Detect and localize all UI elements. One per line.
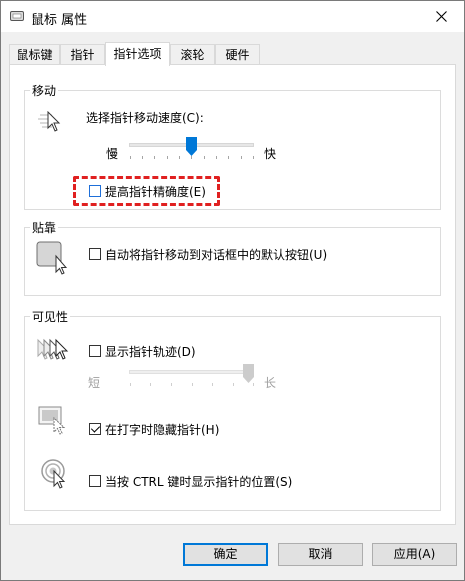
tab-strip: 鼠标键 指针 指针选项 滚轮 硬件 <box>9 42 456 66</box>
speed-slider-thumb[interactable] <box>186 137 197 156</box>
close-button[interactable] <box>418 1 464 32</box>
tab-pointer-options[interactable]: 指针选项 <box>105 42 170 66</box>
precision-label[interactable]: 提高指针精确度(E) <box>105 183 206 200</box>
ctrl-location-checkbox[interactable] <box>89 475 101 487</box>
close-icon <box>435 11 447 22</box>
motion-group-title: 移动 <box>30 82 59 99</box>
cancel-button[interactable]: 取消 <box>278 543 363 566</box>
speed-slider-ticks <box>130 156 254 160</box>
trails-slider-thumb[interactable] <box>243 364 254 383</box>
trails-label[interactable]: 显示指针轨迹(D) <box>105 343 196 360</box>
long-label: 长 <box>264 376 277 390</box>
ctrl-location-label[interactable]: 当按 CTRL 键时显示指针的位置(S) <box>105 473 292 490</box>
pointer-speed-icon <box>38 111 61 132</box>
mouse-icon <box>10 11 24 21</box>
trails-slider-ticks <box>130 383 254 387</box>
tab-wheel[interactable]: 滚轮 <box>170 44 215 64</box>
title-bar: 鼠标 属性 <box>1 1 464 32</box>
apply-button[interactable]: 应用(A) <box>372 543 457 566</box>
pointer-trails-icon <box>37 338 69 360</box>
snap-group-title: 贴靠 <box>30 219 59 236</box>
tab-pointers[interactable]: 指针 <box>60 44 105 64</box>
hide-pointer-icon <box>38 406 66 435</box>
fast-label: 快 <box>264 147 277 161</box>
hide-typing-label[interactable]: 在打字时隐藏指针(H) <box>105 421 219 438</box>
trails-slider-track[interactable] <box>129 370 254 374</box>
short-label: 短 <box>88 376 101 390</box>
snap-checkbox[interactable] <box>89 248 101 260</box>
pointer-location-icon <box>41 459 66 489</box>
snap-label[interactable]: 自动将指针移动到对话框中的默认按钮(U) <box>105 246 327 263</box>
ok-button[interactable]: 确定 <box>183 543 268 566</box>
tab-panel: 移动 选择指针移动速度(C): 慢 快 提高指针精确度(E) 贴靠 自动将指针移… <box>9 64 456 525</box>
visibility-group-title: 可见性 <box>30 308 71 325</box>
hide-typing-checkbox[interactable] <box>89 423 101 435</box>
slow-label: 慢 <box>106 147 119 161</box>
speed-label: 选择指针移动速度(C): <box>86 111 204 125</box>
window-title: 鼠标 属性 <box>31 13 88 28</box>
trails-checkbox[interactable] <box>89 345 101 357</box>
precision-checkbox[interactable] <box>89 185 101 197</box>
mouse-properties-dialog: 鼠标 属性 鼠标键 指针 指针选项 滚轮 硬件 移动 选择指针移动速度(C): … <box>0 0 465 581</box>
snap-to-button-icon <box>36 241 68 275</box>
tab-hardware[interactable]: 硬件 <box>215 44 260 64</box>
tab-buttons[interactable]: 鼠标键 <box>9 44 60 64</box>
